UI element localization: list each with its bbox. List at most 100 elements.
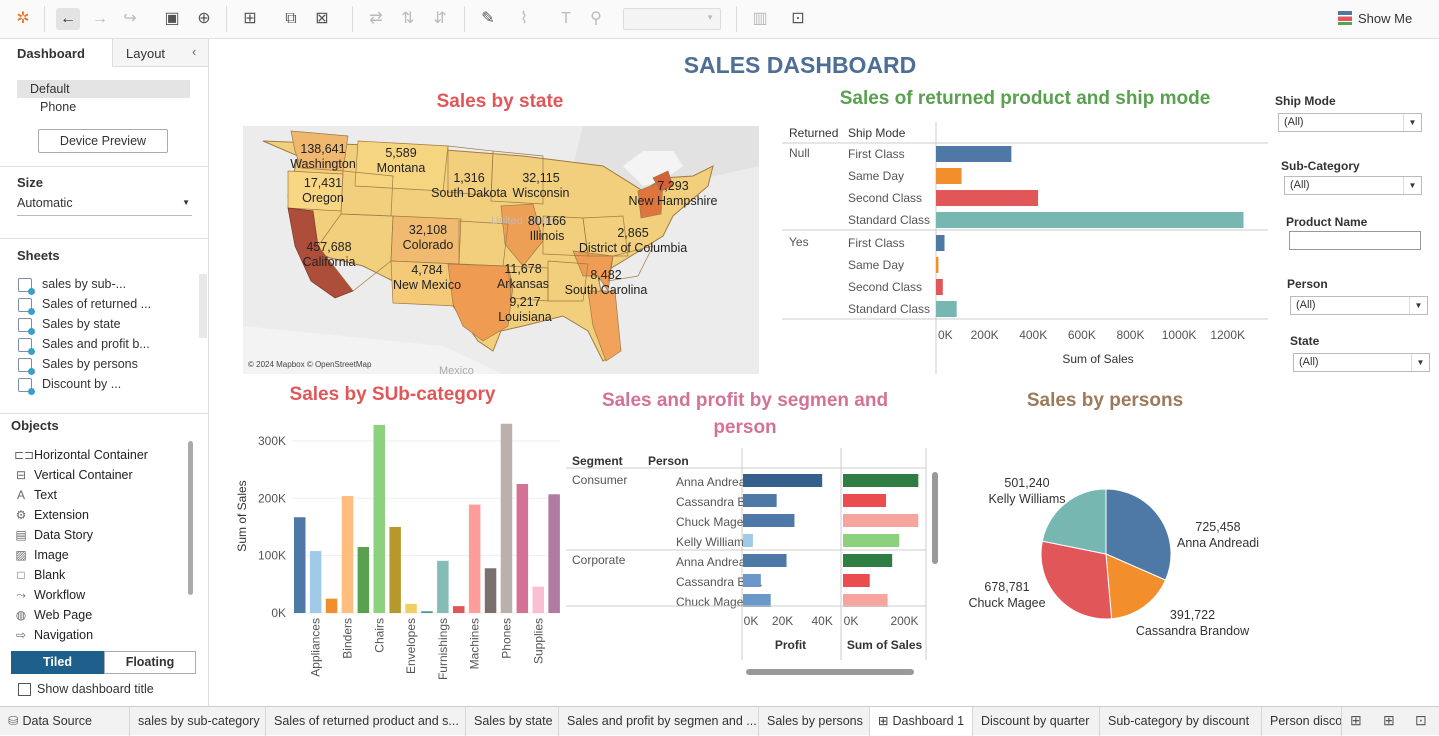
tab-sheet[interactable]: Sales by persons	[759, 707, 870, 736]
object-blank[interactable]: □ Blank	[14, 565, 65, 585]
x-tick-label: Phones	[499, 618, 513, 659]
device-default[interactable]: Default	[17, 80, 190, 98]
fit-dropdown[interactable]: ▼	[623, 8, 721, 30]
y-tick-label: 200K	[258, 491, 286, 505]
object-web-page[interactable]: ◍ Web Page	[14, 605, 92, 625]
text-icon: A	[16, 488, 25, 502]
sales-bar	[843, 514, 919, 527]
ship-mode-label: Standard Class	[848, 302, 930, 316]
add-datasource-icon[interactable]: ⊕	[192, 8, 216, 30]
object-extension[interactable]: ⚙ Extension	[14, 505, 89, 525]
objects-scrollbar[interactable]	[188, 441, 193, 595]
object-horizontal-container[interactable]: ⊏⊐Horizontal Container	[14, 445, 148, 465]
sheet-item[interactable]: Sales by persons	[18, 354, 138, 375]
bar	[294, 517, 306, 613]
pie-label-kelly: 501,240 Kelly Williams	[988, 476, 1066, 506]
new-sheet-icon[interactable]: ⊞	[238, 8, 262, 30]
sales-bar	[843, 554, 893, 567]
bar	[325, 598, 338, 613]
sheet-item[interactable]: Discount by ...	[18, 374, 121, 395]
segment-vertical-scrollbar[interactable]	[932, 472, 938, 564]
sort-descending-icon[interactable]: ⇵	[428, 8, 452, 30]
floating-toggle[interactable]: Floating	[104, 651, 196, 674]
bar	[936, 279, 943, 295]
size-dropdown[interactable]: Automatic ▼	[17, 196, 192, 216]
tab-dashboard[interactable]: Dashboard	[0, 39, 112, 67]
sales-axis-label: Sum of Sales	[847, 638, 923, 652]
filter-ship-mode-dropdown[interactable]: (All) ▼	[1278, 113, 1422, 132]
tab-sheet[interactable]: Sales by state	[466, 707, 559, 736]
undo-icon[interactable]: ←	[56, 8, 80, 30]
tab-dashboard-1[interactable]: ⊞ Dashboard 1	[870, 707, 973, 736]
filter-product-name-input[interactable]	[1289, 231, 1421, 250]
redo-icon[interactable]: →	[88, 8, 112, 30]
clear-sheet-icon[interactable]: ⊠	[310, 8, 334, 30]
new-dashboard-icon[interactable]: ⊞	[1383, 712, 1395, 729]
sheet-item[interactable]: sales by sub-...	[18, 274, 126, 295]
tableau-logo-icon[interactable]: ✲	[11, 8, 35, 30]
text-label-icon[interactable]: T	[554, 8, 578, 30]
blank-icon: □	[17, 568, 25, 582]
presentation-mode-icon[interactable]: ⊡	[786, 8, 810, 30]
object-workflow[interactable]: ⤳ Workflow	[14, 585, 85, 605]
map-state-label: 9,217 Louisiana	[465, 295, 585, 325]
filter-sub-category-label: Sub-Category	[1281, 159, 1360, 173]
sheets-header: Sheets	[17, 248, 60, 263]
swap-icon[interactable]: ⇄	[364, 8, 388, 30]
replay-icon[interactable]: ↪	[118, 8, 142, 30]
bar	[405, 603, 417, 613]
subcategory-chart-svg: 0K 100K 200K 300K Sum of Sales Appliances Bind…	[235, 423, 560, 680]
tab-sheet[interactable]: sales by sub-category	[130, 707, 266, 736]
bar	[389, 526, 401, 613]
y-tick-label: 0K	[271, 606, 286, 620]
duplicate-sheet-icon[interactable]: ⧉	[279, 8, 303, 30]
subcategory-chart[interactable]: 0K 100K 200K 300K Sum of Sales Appliances Bind…	[232, 408, 562, 688]
tab-data-source[interactable]: ⛁ Data Source	[0, 707, 130, 736]
sheet-item[interactable]: Sales of returned ...	[18, 294, 151, 315]
show-title-checkbox[interactable]	[18, 683, 31, 696]
object-image[interactable]: ▨ Image	[14, 545, 68, 565]
new-worksheet-icon[interactable]: ⊞	[1350, 712, 1362, 729]
tab-sheet[interactable]: Person disco	[1262, 707, 1342, 736]
new-story-icon[interactable]: ⊡	[1415, 712, 1427, 729]
x-tick-label: 800K	[1116, 328, 1144, 342]
device-phone[interactable]: Phone	[40, 100, 76, 114]
segment-chart-svg: Segment PersonConsumer Anna AndreadiCassan…	[566, 448, 927, 660]
returned-shipmode-chart[interactable]: Returned Ship Mode Null First Class Same Day…	[782, 122, 1272, 374]
object-data-story[interactable]: ▤ Data Story	[14, 525, 93, 545]
sheets-scrollbar[interactable]	[199, 274, 207, 338]
tab-sheet[interactable]: Sales of returned product and s...	[266, 707, 466, 736]
segment-horizontal-scrollbar[interactable]	[746, 669, 914, 675]
sales-bar	[843, 494, 887, 507]
device-preview-button[interactable]: Device Preview	[38, 129, 168, 153]
pie-chart-title: Sales by persons	[1026, 390, 1184, 411]
sort-ascending-icon[interactable]: ⇅	[396, 8, 420, 30]
filter-sub-category-dropdown[interactable]: (All) ▼	[1284, 176, 1422, 195]
segment-person-chart[interactable]: Segment Person Consumer Anna Andreadi Cassan…	[566, 448, 946, 680]
pie-label-cassandra: 391,722 Cassandra Brandow	[1135, 608, 1250, 638]
navigation-icon: ⇨	[15, 628, 27, 642]
sheet-item[interactable]: Sales by state	[18, 314, 121, 335]
ship-mode-label: Second Class	[848, 280, 922, 294]
object-text[interactable]: A Text	[14, 485, 57, 505]
object-navigation[interactable]: ⇨ Navigation	[14, 625, 93, 645]
tab-sheet[interactable]: Sub-category by discount	[1100, 707, 1262, 736]
filter-person-dropdown[interactable]: (All) ▼	[1290, 296, 1428, 315]
save-icon[interactable]: ▣	[160, 8, 184, 30]
attach-icon[interactable]: ⌇	[512, 8, 536, 30]
filter-state-dropdown[interactable]: (All) ▼	[1293, 353, 1430, 372]
pin-icon[interactable]: ⚲	[584, 8, 608, 30]
map-sales-by-state[interactable]: United States Mexico © 2024 Mapbox © Ope…	[243, 126, 759, 374]
sheet-item[interactable]: Sales and profit b...	[18, 334, 150, 355]
tab-sheet[interactable]: Discount by quarter	[973, 707, 1100, 736]
highlight-icon[interactable]: ✎	[476, 8, 500, 30]
object-vertical-container[interactable]: ⊟ Vertical Container	[14, 465, 133, 485]
show-me-button[interactable]: Show Me	[1338, 11, 1412, 26]
tiled-toggle[interactable]: Tiled	[11, 651, 104, 674]
x-tick-label: 0K	[938, 328, 953, 342]
tab-sheet[interactable]: Sales and profit by segmen and ...	[559, 707, 759, 736]
tab-layout[interactable]: Layout ‹	[112, 39, 208, 67]
x-axis-label: Sum of Sales	[1062, 352, 1133, 366]
collapse-pane-icon[interactable]: ‹	[192, 44, 196, 59]
show-cards-icon[interactable]: ▥	[748, 8, 772, 30]
